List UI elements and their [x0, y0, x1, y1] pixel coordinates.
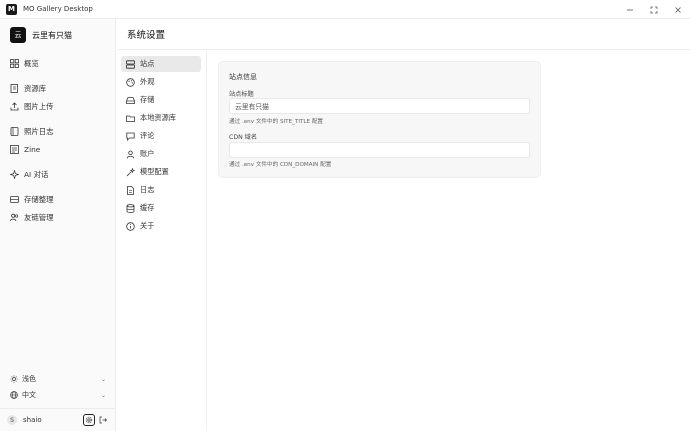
- brand[interactable]: 云 云里有只猫: [10, 27, 72, 43]
- title-bar: M MO Gallery Desktop: [0, 0, 690, 19]
- info-icon: [126, 221, 135, 231]
- maximize-icon[interactable]: [642, 0, 666, 19]
- user-bar: S shaio: [0, 408, 116, 431]
- language-select[interactable]: 中文 ⌄: [10, 389, 106, 401]
- avatar: S: [7, 415, 17, 425]
- cdn-domain-hint: 通过 .env 文件中的 CDN_DOMAIN 配置: [229, 162, 332, 168]
- settings-nav-label: 缓存: [140, 203, 155, 212]
- settings-nav-label: 本地资源库: [140, 113, 176, 122]
- sidebar-item-photo-journal[interactable]: 照片日志: [10, 125, 54, 137]
- sidebar: 云 云里有只猫 概览 资源库 图片上传 照片日志 Zine AI 对话 存储整理…: [0, 19, 116, 431]
- zine-icon: [10, 144, 19, 154]
- settings-nav-label: 外观: [140, 77, 155, 86]
- sidebar-item-zine[interactable]: Zine: [10, 143, 40, 155]
- logout-button[interactable]: [98, 414, 108, 426]
- sidebar-item-friend-links[interactable]: 友链管理: [10, 211, 54, 223]
- chevron-down-icon: ⌄: [100, 375, 106, 383]
- comment-icon: [126, 132, 135, 141]
- sparkle-icon: [10, 169, 19, 179]
- gear-icon: [85, 416, 93, 424]
- window-title: MO Gallery Desktop: [23, 5, 93, 13]
- palette-icon: [126, 77, 135, 87]
- sidebar-item-storage[interactable]: 存储整理: [10, 193, 54, 205]
- settings-nav-comments[interactable]: 评论: [121, 128, 201, 144]
- sidebar-item-overview[interactable]: 概览: [10, 57, 39, 69]
- page-title: 系统设置: [127, 30, 166, 41]
- wand-icon: [126, 167, 135, 177]
- settings-nav-account[interactable]: 账户: [121, 146, 201, 162]
- settings-nav-label: 评论: [140, 131, 155, 140]
- brand-name: 云里有只猫: [32, 30, 72, 40]
- language-label: 中文: [22, 391, 36, 399]
- sidebar-item-label: 友链管理: [24, 212, 54, 222]
- sidebar-item-label: 资源库: [24, 83, 47, 93]
- theme-select[interactable]: 浅色 ⌄: [10, 373, 106, 385]
- site-title-hint: 通过 .env 文件中的 SITE_TITLE 配置: [229, 119, 324, 125]
- cdn-domain-field[interactable]: [229, 142, 530, 158]
- database-icon: [126, 203, 135, 213]
- sun-icon: [10, 375, 18, 383]
- sidebar-item-label: 概览: [24, 58, 39, 68]
- close-icon[interactable]: [666, 0, 690, 19]
- settings-nav-local-library[interactable]: 本地资源库: [121, 110, 201, 126]
- folder-icon: [126, 114, 135, 123]
- theme-label: 浅色: [22, 375, 36, 383]
- card-title: 站点信息: [229, 73, 257, 81]
- settings-nav-label: 关于: [140, 221, 155, 230]
- site-info-card: 站点信息 站点标题 通过 .env 文件中的 SITE_TITLE 配置 CDN…: [218, 61, 541, 178]
- sidebar-item-label: 图片上传: [24, 101, 54, 111]
- site-title-label: 站点标题: [229, 91, 254, 98]
- user-icon: [126, 150, 135, 159]
- journal-icon: [10, 126, 19, 136]
- logout-icon: [99, 416, 107, 424]
- minimize-icon[interactable]: [618, 0, 642, 19]
- settings-nav-about[interactable]: 关于: [121, 218, 201, 234]
- sidebar-item-upload[interactable]: 图片上传: [10, 100, 54, 112]
- page-header: 系统设置: [117, 19, 690, 50]
- server-icon: [126, 59, 135, 69]
- brand-logo: 云: [10, 27, 26, 43]
- grid-icon: [10, 58, 19, 68]
- settings-nav-label: 日志: [140, 185, 155, 194]
- settings-nav-label: 模型配置: [140, 167, 169, 176]
- upload-icon: [10, 101, 19, 111]
- file-icon: [126, 185, 135, 195]
- window-controls: [618, 0, 690, 19]
- settings-button[interactable]: [83, 414, 95, 426]
- sidebar-item-library[interactable]: 资源库: [10, 82, 46, 94]
- settings-nav-storage[interactable]: 存储: [121, 92, 201, 108]
- settings-nav-logs[interactable]: 日志: [121, 182, 201, 198]
- cdn-domain-label: CDN 域名: [229, 134, 258, 141]
- sidebar-item-label: AI 对话: [24, 169, 49, 179]
- settings-nav-site[interactable]: 站点: [121, 56, 201, 72]
- settings-nav: 站点 外观 存储 本地资源库 评论 账户 模型配置 日志 缓存 关于: [117, 51, 207, 431]
- settings-nav-cache[interactable]: 缓存: [121, 200, 201, 216]
- chevron-down-icon: ⌄: [100, 391, 106, 399]
- settings-nav-appearance[interactable]: 外观: [121, 74, 201, 90]
- settings-nav-model-config[interactable]: 模型配置: [121, 164, 201, 180]
- sidebar-item-label: Zine: [24, 144, 41, 154]
- book-icon: [10, 83, 19, 93]
- sidebar-item-label: 照片日志: [24, 126, 54, 136]
- settings-nav-label: 账户: [140, 149, 155, 158]
- storage-icon: [10, 195, 19, 204]
- settings-nav-label: 站点: [140, 59, 155, 68]
- settings-nav-label: 存储: [140, 95, 155, 104]
- user-name: shaio: [23, 416, 42, 424]
- site-title-field[interactable]: [229, 98, 530, 114]
- users-icon: [10, 213, 19, 222]
- app-icon: M: [6, 3, 17, 15]
- globe-icon: [10, 391, 18, 399]
- sidebar-item-ai-chat[interactable]: AI 对话: [10, 168, 48, 180]
- drive-icon: [126, 96, 135, 105]
- sidebar-item-label: 存储整理: [24, 194, 54, 204]
